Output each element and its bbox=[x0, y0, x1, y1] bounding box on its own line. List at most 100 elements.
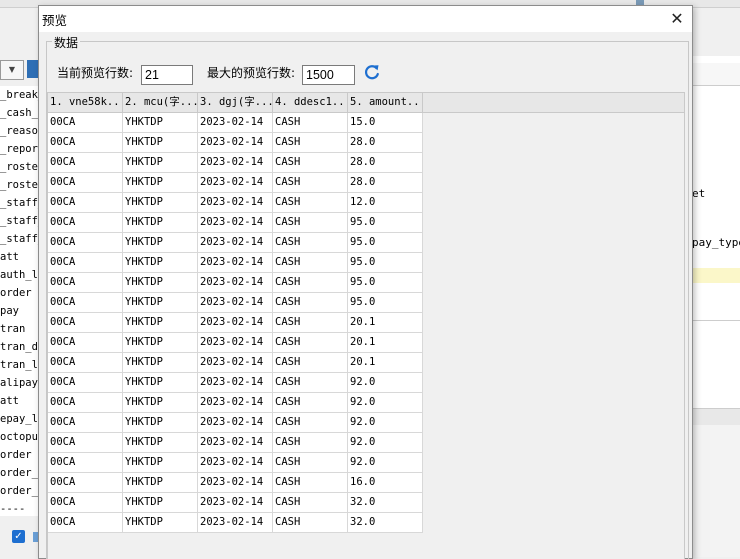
table-cell[interactable]: 92.0 bbox=[348, 393, 423, 412]
table-cell[interactable]: CASH bbox=[273, 293, 348, 312]
table-row[interactable]: 00CA YHKTDP 2023-02-14 CASH 20.1 bbox=[48, 313, 423, 333]
table-cell[interactable]: YHKTDP bbox=[123, 213, 198, 232]
table-cell[interactable]: CASH bbox=[273, 133, 348, 152]
table-cell[interactable]: 00CA bbox=[48, 413, 123, 432]
column-header[interactable]: 1. vne58k... bbox=[48, 93, 123, 112]
table-row[interactable]: 00CA YHKTDP 2023-02-14 CASH 95.0 bbox=[48, 293, 423, 313]
table-cell[interactable]: 2023-02-14 bbox=[198, 233, 273, 252]
background-tree-item[interactable]: tran_di bbox=[0, 338, 38, 356]
table-cell[interactable]: 92.0 bbox=[348, 373, 423, 392]
table-row[interactable]: 00CA YHKTDP 2023-02-14 CASH 20.1 bbox=[48, 353, 423, 373]
table-row[interactable]: 00CA YHKTDP 2023-02-14 CASH 95.0 bbox=[48, 273, 423, 293]
column-header[interactable]: 4. ddesc1... bbox=[273, 93, 348, 112]
table-cell[interactable]: 95.0 bbox=[348, 273, 423, 292]
table-cell[interactable]: CASH bbox=[273, 193, 348, 212]
table-cell[interactable]: 2023-02-14 bbox=[198, 413, 273, 432]
table-cell[interactable]: YHKTDP bbox=[123, 293, 198, 312]
table-cell[interactable]: 2023-02-14 bbox=[198, 473, 273, 492]
background-tree-item[interactable]: att bbox=[0, 248, 19, 266]
background-tree-item[interactable]: _report bbox=[0, 140, 38, 158]
table-cell[interactable]: 2023-02-14 bbox=[198, 373, 273, 392]
table-cell[interactable]: 2023-02-14 bbox=[198, 113, 273, 132]
table-cell[interactable]: 00CA bbox=[48, 173, 123, 192]
background-table-tree[interactable]: _break__cash_f_reason_report_roster_rost… bbox=[0, 86, 39, 516]
table-cell[interactable]: CASH bbox=[273, 173, 348, 192]
table-cell[interactable]: 00CA bbox=[48, 193, 123, 212]
background-tree-item[interactable]: tran_lo bbox=[0, 356, 38, 374]
table-cell[interactable]: 00CA bbox=[48, 213, 123, 232]
table-cell[interactable]: YHKTDP bbox=[123, 173, 198, 192]
table-cell[interactable]: YHKTDP bbox=[123, 313, 198, 332]
table-cell[interactable]: YHKTDP bbox=[123, 333, 198, 352]
table-cell[interactable]: 00CA bbox=[48, 473, 123, 492]
table-cell[interactable]: 95.0 bbox=[348, 253, 423, 272]
current-rows-input[interactable] bbox=[141, 65, 193, 85]
table-cell[interactable]: 00CA bbox=[48, 273, 123, 292]
table-cell[interactable]: YHKTDP bbox=[123, 453, 198, 472]
table-cell[interactable]: 12.0 bbox=[348, 193, 423, 212]
table-row[interactable]: 00CA YHKTDP 2023-02-14 CASH 32.0 bbox=[48, 513, 423, 533]
table-row[interactable]: 00CA YHKTDP 2023-02-14 CASH 28.0 bbox=[48, 173, 423, 193]
column-header[interactable]: 5. amount... bbox=[348, 93, 423, 112]
refresh-icon[interactable] bbox=[363, 63, 381, 81]
background-tree-item[interactable]: _reason bbox=[0, 122, 38, 140]
table-row[interactable]: 00CA YHKTDP 2023-02-14 CASH 92.0 bbox=[48, 373, 423, 393]
table-cell[interactable]: CASH bbox=[273, 393, 348, 412]
table-cell[interactable]: 2023-02-14 bbox=[198, 453, 273, 472]
background-tree-item[interactable]: order bbox=[0, 446, 32, 464]
table-cell[interactable]: 95.0 bbox=[348, 213, 423, 232]
background-tree-item[interactable]: order_c bbox=[0, 482, 38, 500]
column-header[interactable]: 3. dgj(字... bbox=[198, 93, 273, 112]
table-cell[interactable]: 95.0 bbox=[348, 233, 423, 252]
table-row[interactable]: 00CA YHKTDP 2023-02-14 CASH 92.0 bbox=[48, 413, 423, 433]
table-cell[interactable]: CASH bbox=[273, 513, 348, 532]
table-cell[interactable]: 00CA bbox=[48, 353, 123, 372]
table-row[interactable]: 00CA YHKTDP 2023-02-14 CASH 95.0 bbox=[48, 253, 423, 273]
table-cell[interactable]: 92.0 bbox=[348, 453, 423, 472]
table-cell[interactable]: CASH bbox=[273, 233, 348, 252]
table-cell[interactable]: YHKTDP bbox=[123, 413, 198, 432]
column-header[interactable]: 2. mcu(字... bbox=[123, 93, 198, 112]
table-cell[interactable]: 00CA bbox=[48, 453, 123, 472]
table-cell[interactable]: 20.1 bbox=[348, 333, 423, 352]
table-cell[interactable]: 2023-02-14 bbox=[198, 293, 273, 312]
background-tree-item[interactable]: pay bbox=[0, 302, 19, 320]
background-tree-item[interactable]: octopus bbox=[0, 428, 38, 446]
table-cell[interactable]: YHKTDP bbox=[123, 513, 198, 532]
table-cell[interactable]: 28.0 bbox=[348, 133, 423, 152]
table-cell[interactable]: 28.0 bbox=[348, 153, 423, 172]
table-cell[interactable]: 2023-02-14 bbox=[198, 213, 273, 232]
table-cell[interactable]: YHKTDP bbox=[123, 493, 198, 512]
table-cell[interactable]: 2023-02-14 bbox=[198, 133, 273, 152]
table-row[interactable]: 00CA YHKTDP 2023-02-14 CASH 16.0 bbox=[48, 473, 423, 493]
table-cell[interactable]: YHKTDP bbox=[123, 353, 198, 372]
close-button[interactable]: ✕ bbox=[666, 8, 688, 30]
table-cell[interactable]: CASH bbox=[273, 373, 348, 392]
table-row[interactable]: 00CA YHKTDP 2023-02-14 CASH 12.0 bbox=[48, 193, 423, 213]
table-cell[interactable]: 20.1 bbox=[348, 313, 423, 332]
background-checkbox[interactable]: ✓ bbox=[12, 530, 25, 543]
table-cell[interactable]: 16.0 bbox=[348, 473, 423, 492]
table-cell[interactable]: CASH bbox=[273, 113, 348, 132]
dialog-titlebar[interactable]: 预览 ✕ bbox=[39, 6, 692, 32]
table-cell[interactable]: YHKTDP bbox=[123, 433, 198, 452]
table-cell[interactable]: 2023-02-14 bbox=[198, 253, 273, 272]
preview-grid[interactable]: 1. vne58k... 2. mcu(字... 3. dgj(字... 4. … bbox=[47, 92, 685, 559]
table-cell[interactable]: 2023-02-14 bbox=[198, 273, 273, 292]
table-cell[interactable]: 32.0 bbox=[348, 493, 423, 512]
table-cell[interactable]: YHKTDP bbox=[123, 233, 198, 252]
background-tree-item[interactable]: _staff_ bbox=[0, 212, 38, 230]
table-cell[interactable]: 2023-02-14 bbox=[198, 333, 273, 352]
table-cell[interactable]: 92.0 bbox=[348, 433, 423, 452]
table-cell[interactable]: 00CA bbox=[48, 253, 123, 272]
background-tree-item[interactable]: order_c bbox=[0, 464, 38, 482]
table-cell[interactable]: 00CA bbox=[48, 133, 123, 152]
table-cell[interactable]: YHKTDP bbox=[123, 153, 198, 172]
table-row[interactable]: 00CA YHKTDP 2023-02-14 CASH 15.0 bbox=[48, 113, 423, 133]
table-row[interactable]: 00CA YHKTDP 2023-02-14 CASH 92.0 bbox=[48, 393, 423, 413]
table-cell[interactable]: CASH bbox=[273, 253, 348, 272]
table-row[interactable]: 00CA YHKTDP 2023-02-14 CASH 28.0 bbox=[48, 153, 423, 173]
table-cell[interactable]: CASH bbox=[273, 493, 348, 512]
table-cell[interactable]: 28.0 bbox=[348, 173, 423, 192]
table-cell[interactable]: 15.0 bbox=[348, 113, 423, 132]
